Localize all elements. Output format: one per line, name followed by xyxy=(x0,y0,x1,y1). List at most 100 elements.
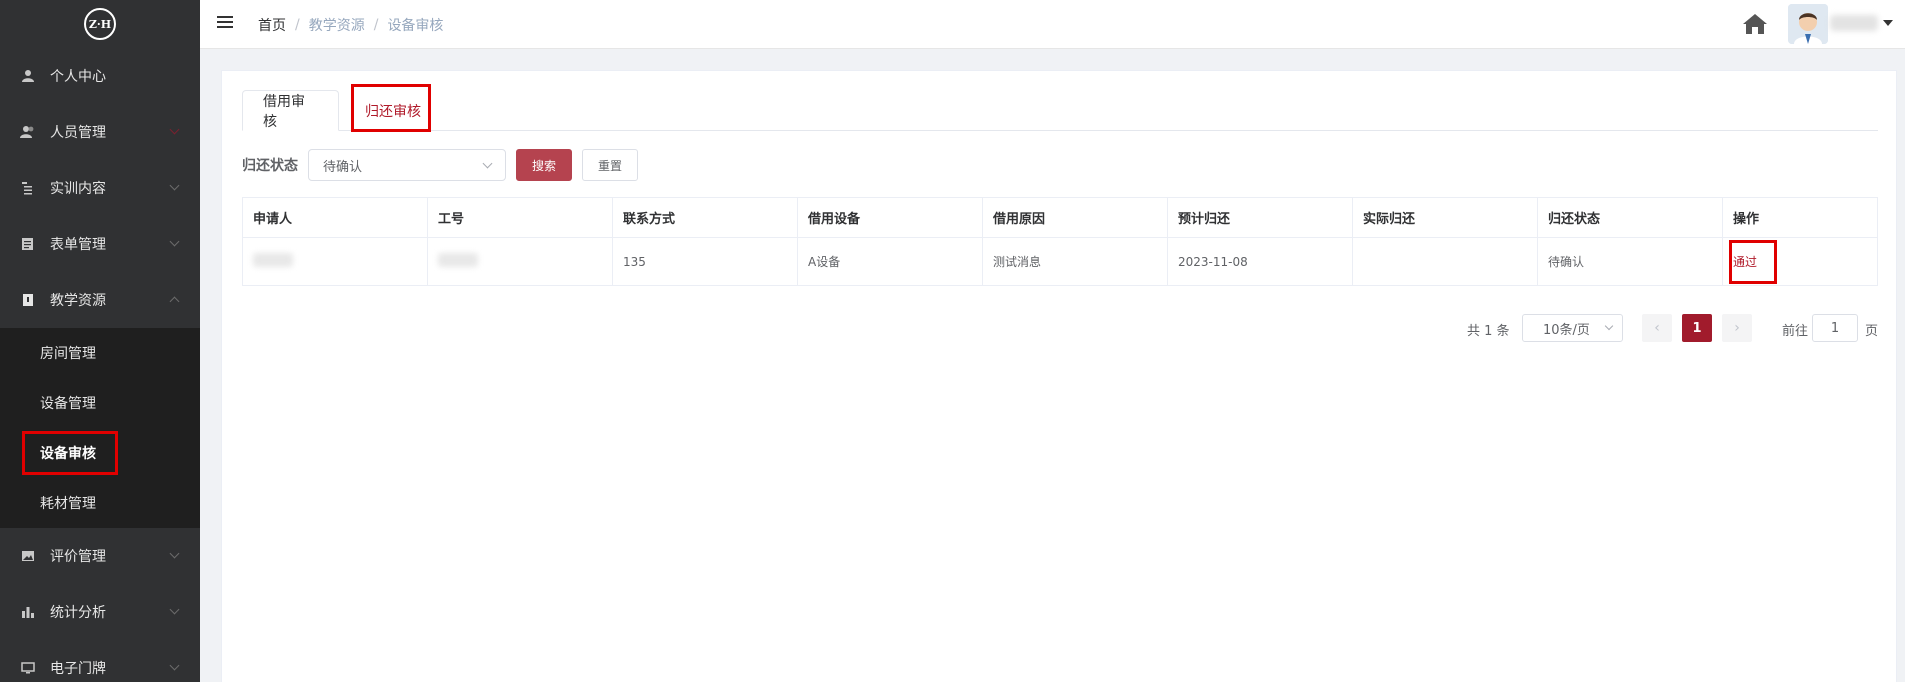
breadcrumb-home[interactable]: 首页 xyxy=(258,15,286,35)
book-icon xyxy=(20,292,36,308)
sidebar-subitem-device-audit[interactable]: 设备审核 xyxy=(0,428,200,478)
sidebar-item-forms[interactable]: 表单管理 xyxy=(0,216,200,272)
page-size-value: 10条/页 xyxy=(1543,322,1590,338)
cell-expected-return: 2023-11-08 xyxy=(1167,237,1353,286)
select-value: 待确认 xyxy=(323,159,363,175)
page-suffix-label: 页 xyxy=(1865,324,1879,339)
sidebar-item-evaluation[interactable]: 评价管理 xyxy=(0,528,200,584)
tab-return-audit[interactable]: 归还审核 xyxy=(351,84,431,132)
col-action: 操作 xyxy=(1722,197,1878,238)
annotation-highlight-box xyxy=(351,84,431,132)
sidebar-subitem-device-management[interactable]: 设备管理 xyxy=(0,378,200,428)
sidebar-subitem-label: 设备管理 xyxy=(40,396,96,412)
sidebar-item-label: 教学资源 xyxy=(50,293,106,309)
chevron-down-icon xyxy=(169,604,180,615)
pagination-total: 共 1 条 xyxy=(1467,324,1510,339)
table-row: 135 A设备 测试消息 2023-11-08 待确认 通过 xyxy=(242,237,1878,286)
cell-employee-id xyxy=(427,237,613,286)
sidebar-item-label: 评价管理 xyxy=(50,549,106,565)
redacted-value xyxy=(438,253,478,267)
sidebar-item-door-sign[interactable]: 电子门牌 xyxy=(0,640,200,682)
col-return-status: 归还状态 xyxy=(1537,197,1723,238)
chevron-down-icon xyxy=(169,548,180,559)
col-expected-return: 预计归还 xyxy=(1167,197,1353,238)
col-applicant: 申请人 xyxy=(242,197,428,238)
search-button[interactable]: 搜索 xyxy=(516,149,572,181)
caret-down-icon[interactable] xyxy=(1883,20,1893,26)
cell-contact: 135 xyxy=(612,237,798,286)
return-status-label: 归还状态 xyxy=(242,158,298,174)
teaching-resources-submenu: 房间管理 设备管理 设备审核 耗材管理 xyxy=(0,328,200,528)
sidebar-subitem-label: 房间管理 xyxy=(40,346,96,362)
annotation-highlight-box xyxy=(22,431,118,475)
return-status-select[interactable]: 待确认 xyxy=(308,149,506,181)
home-icon[interactable] xyxy=(1742,13,1768,35)
sidebar-item-label: 实训内容 xyxy=(50,181,106,197)
logo: Z·H xyxy=(0,0,200,48)
chevron-down-icon xyxy=(482,158,493,169)
username-redacted xyxy=(1830,15,1878,31)
sidebar-item-statistics[interactable]: 统计分析 xyxy=(0,584,200,640)
cell-device: A设备 xyxy=(797,237,983,286)
image-icon xyxy=(20,548,36,564)
cell-actual-return xyxy=(1352,237,1538,286)
pagination: 共 1 条 10条/页 ‹ 1 › 前往 1 页 xyxy=(222,314,1898,344)
sidebar-item-personnel[interactable]: 人员管理 xyxy=(0,104,200,160)
list-icon xyxy=(20,180,36,196)
col-reason: 借用原因 xyxy=(982,197,1168,238)
breadcrumb-separator: / xyxy=(295,17,300,33)
sidebar: Z·H 个人中心 人员管理 实训内容 表单管理 教学资源 房间管理 设备管理 设… xyxy=(0,0,200,682)
cell-reason: 测试消息 xyxy=(982,237,1168,286)
top-header: 首页 / 教学资源 / 设备审核 xyxy=(200,0,1905,49)
breadcrumb-level2: 设备审核 xyxy=(387,18,444,34)
cell-action: 通过 xyxy=(1722,237,1878,286)
sidebar-item-label: 统计分析 xyxy=(50,605,106,621)
monitor-icon xyxy=(20,660,36,676)
page-number-current[interactable]: 1 xyxy=(1682,314,1712,342)
col-device: 借用设备 xyxy=(797,197,983,238)
chevron-down-icon xyxy=(169,124,180,135)
sidebar-item-label: 人员管理 xyxy=(50,125,106,141)
sidebar-subitem-room-management[interactable]: 房间管理 xyxy=(0,328,200,378)
logo-mark: Z·H xyxy=(84,8,116,40)
chevron-down-icon xyxy=(1604,321,1614,331)
sidebar-item-personal-center[interactable]: 个人中心 xyxy=(0,48,200,104)
next-page-button[interactable]: › xyxy=(1722,314,1752,342)
breadcrumb-separator: / xyxy=(373,17,379,33)
bar-chart-icon xyxy=(20,604,36,620)
hamburger-icon[interactable] xyxy=(217,16,233,30)
sidebar-item-label: 个人中心 xyxy=(50,69,106,85)
users-icon xyxy=(20,124,36,140)
chevron-down-icon xyxy=(169,236,180,247)
col-contact: 联系方式 xyxy=(612,197,798,238)
tab-label: 借用审核 xyxy=(263,93,305,130)
form-icon xyxy=(20,236,36,252)
prev-page-button[interactable]: ‹ xyxy=(1642,314,1672,342)
return-audit-table: 申请人 工号 联系方式 借用设备 借用原因 预计归还 实际归还 归还状态 操作 … xyxy=(242,197,1878,286)
sidebar-item-label: 表单管理 xyxy=(50,237,106,253)
page-size-select[interactable]: 10条/页 xyxy=(1522,314,1623,342)
cell-return-status: 待确认 xyxy=(1537,237,1723,286)
redacted-value xyxy=(253,253,293,267)
tab-borrow-audit[interactable]: 借用审核 xyxy=(242,90,339,131)
filter-bar: 归还状态 待确认 搜索 重置 xyxy=(242,149,638,181)
col-actual-return: 实际归还 xyxy=(1352,197,1538,238)
sidebar-item-training[interactable]: 实训内容 xyxy=(0,160,200,216)
col-employee-id: 工号 xyxy=(427,197,613,238)
breadcrumb-level1: 教学资源 xyxy=(308,18,365,34)
chevron-up-icon xyxy=(169,296,180,307)
sidebar-item-teaching-resources[interactable]: 教学资源 xyxy=(0,272,200,328)
goto-label: 前往 xyxy=(1782,324,1809,339)
sidebar-subitem-consumables[interactable]: 耗材管理 xyxy=(0,478,200,528)
avatar[interactable] xyxy=(1788,4,1828,44)
sidebar-item-label: 电子门牌 xyxy=(50,661,106,677)
reset-button[interactable]: 重置 xyxy=(582,149,638,181)
tab-bar: 借用审核 归还审核 xyxy=(242,84,1878,132)
user-icon xyxy=(20,68,36,84)
content-card: 借用审核 归还审核 归还状态 待确认 搜索 重置 申请人 工号 联系方式 借用设… xyxy=(221,70,1897,682)
goto-page-input[interactable]: 1 xyxy=(1812,314,1858,342)
breadcrumb: 首页 / 教学资源 / 设备审核 xyxy=(258,15,443,35)
sidebar-subitem-label: 耗材管理 xyxy=(40,496,96,512)
table-header-row: 申请人 工号 联系方式 借用设备 借用原因 预计归还 实际归还 归还状态 操作 xyxy=(242,197,1878,238)
cell-applicant xyxy=(242,237,428,286)
